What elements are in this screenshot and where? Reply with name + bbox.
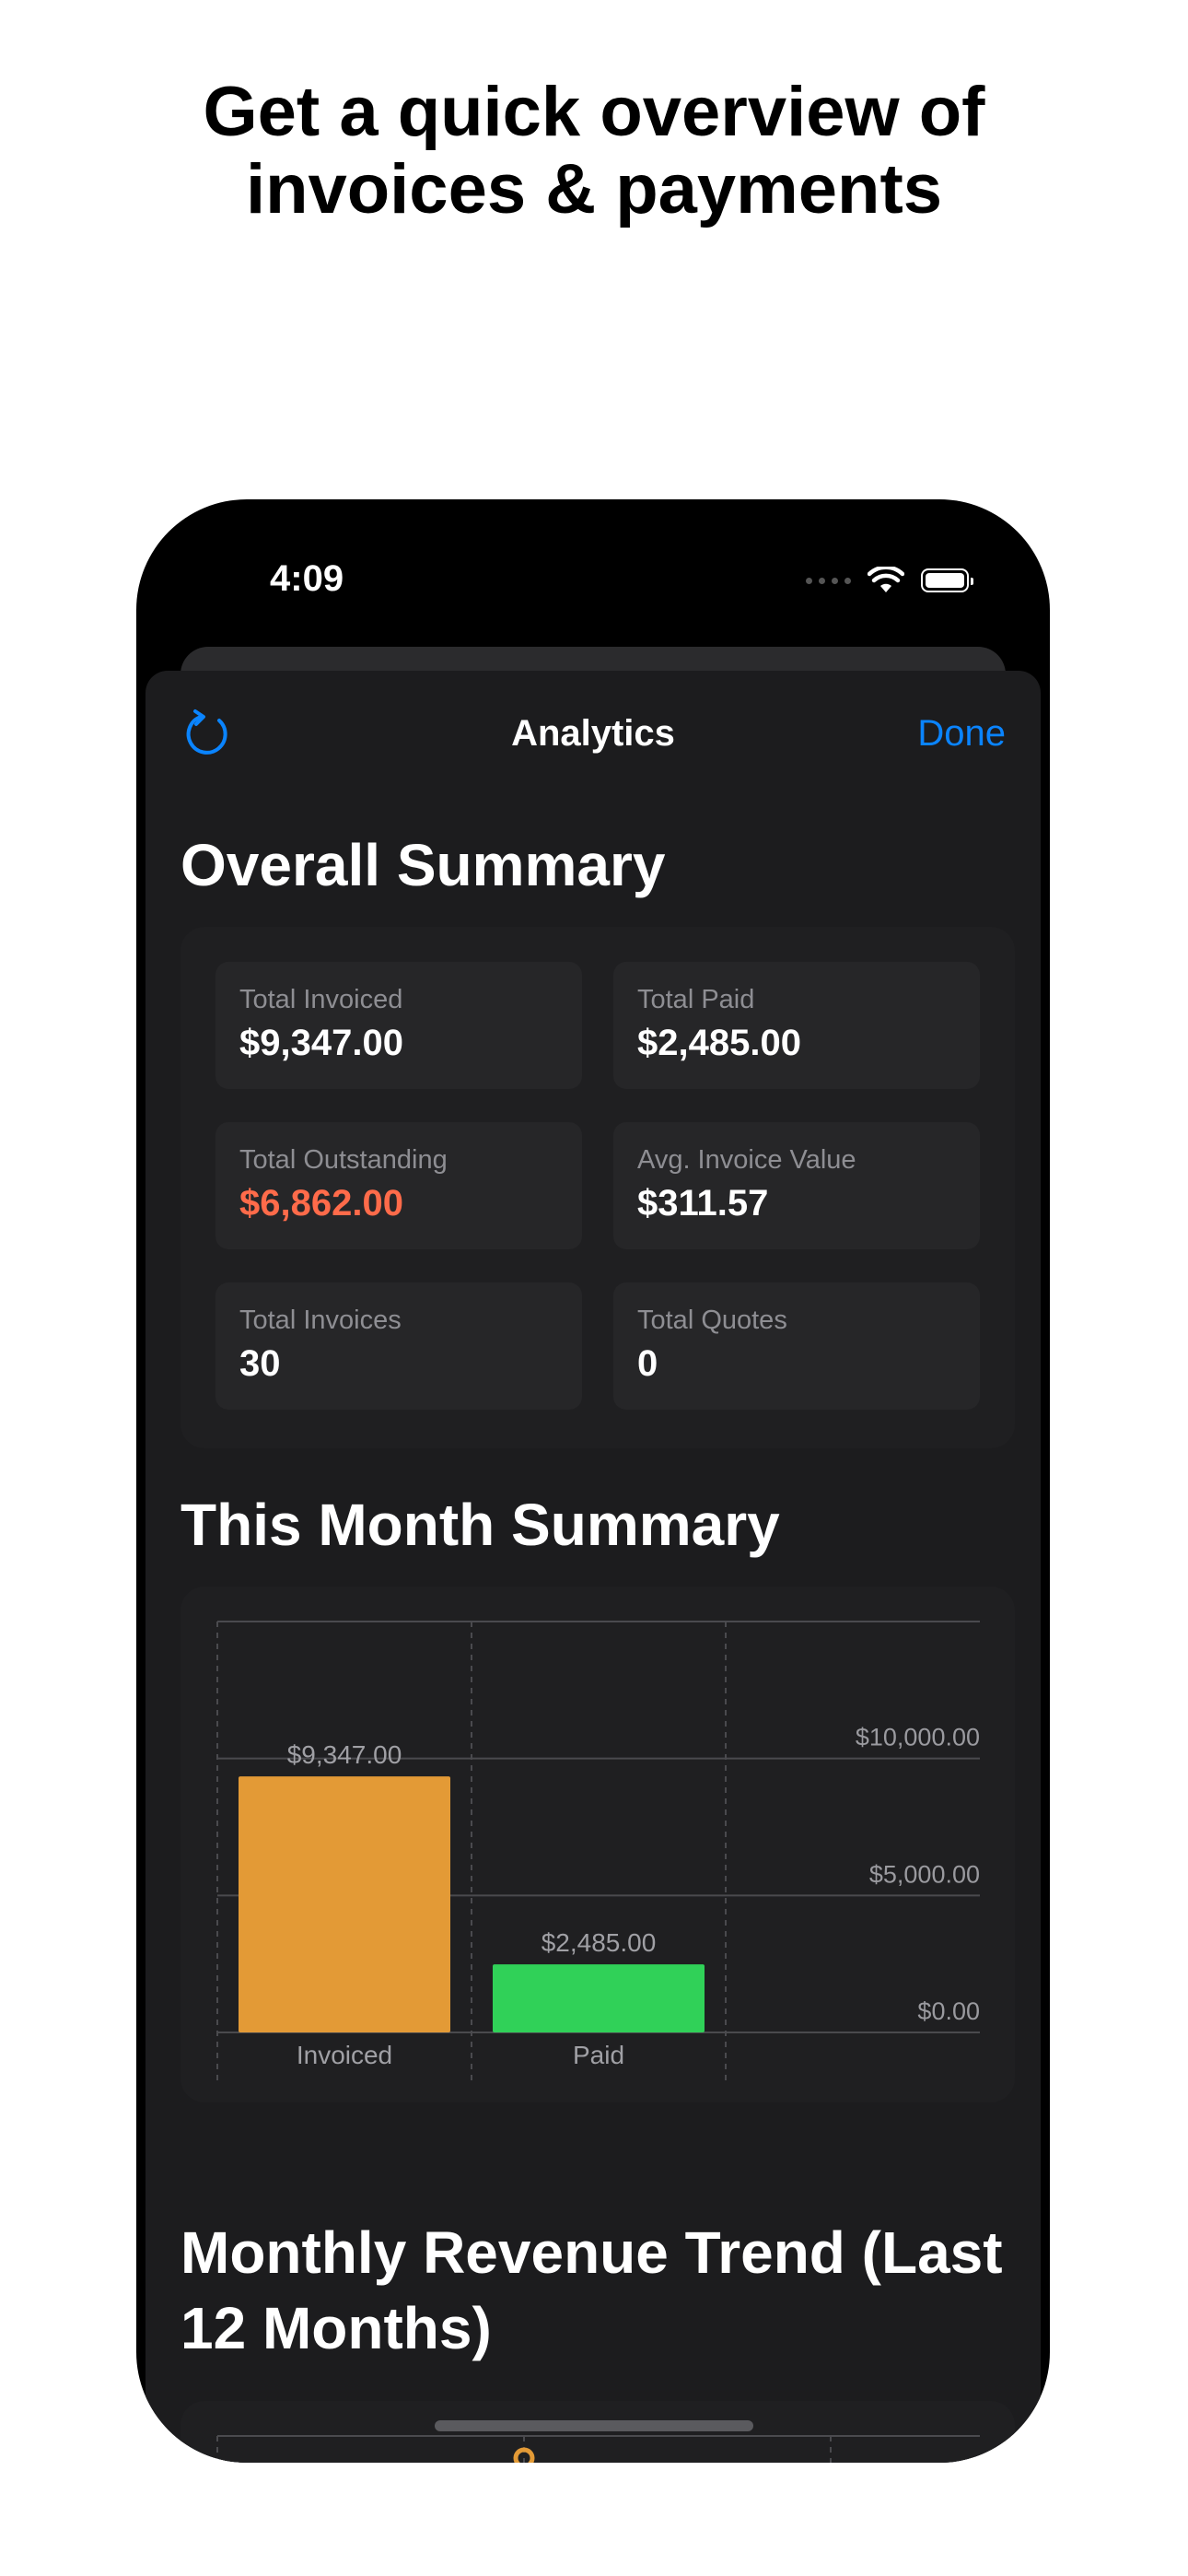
stat-label: Total Outstanding (239, 1145, 448, 1175)
bar-value-label: $9,347.00 (287, 1740, 402, 1769)
status-time: 4:09 (270, 558, 344, 599)
stat-value: $9,347.00 (239, 1023, 403, 1063)
status-icons (806, 566, 973, 595)
stat-total-paid: Total Paid $2,485.00 (613, 962, 980, 1089)
stat-total-quotes: Total Quotes 0 (613, 1282, 980, 1410)
home-indicator[interactable] (435, 2420, 753, 2431)
y-tick-label: $0.00 (917, 1997, 980, 2025)
stat-value: 0 (637, 1343, 658, 1384)
stat-label: Total Paid (637, 985, 755, 1014)
stat-label: Total Invoiced (239, 985, 403, 1014)
stat-total-invoiced: Total Invoiced $9,347.00 (215, 962, 582, 1089)
stat-value: $6,862.00 (239, 1183, 403, 1224)
headline-line-1: Get a quick overview of (203, 73, 985, 151)
battery-icon (921, 568, 973, 592)
bar-invoiced (239, 1776, 450, 2032)
nav-title: Analytics (511, 713, 675, 754)
overall-summary-panel: Total Invoiced $9,347.00 Total Paid $2,4… (181, 927, 1015, 1448)
phone-frame: 4:09 Analytics Done Overall Summary Tota… (136, 499, 1050, 2463)
stat-avg-invoice-value: Avg. Invoice Value $311.57 (613, 1122, 980, 1249)
overall-summary-title: Overall Summary (181, 832, 666, 898)
bar-value-label: $2,485.00 (542, 1928, 657, 1957)
y-tick-label: $10,000.00 (856, 1724, 980, 1751)
stat-total-outstanding: Total Outstanding $6,862.00 (215, 1122, 582, 1249)
x-category-label: Paid (573, 2041, 624, 2069)
analytics-sheet: Analytics Done Overall Summary Total Inv… (146, 671, 1041, 2463)
stat-value: $2,485.00 (637, 1023, 801, 1063)
this-month-panel: $0.00 $5,000.00 $10,000.00 $9,347.00 Invoice… (181, 1587, 1015, 2102)
this-month-title: This Month Summary (181, 1492, 780, 1558)
x-category-label: Invoiced (297, 2041, 392, 2069)
headline-line-2: invoices & payments (245, 150, 943, 228)
stat-label: Avg. Invoice Value (637, 1145, 856, 1175)
bar-paid (493, 1964, 705, 2032)
this-month-bar-chart: $0.00 $5,000.00 $10,000.00 $9,347.00 Invoice… (216, 1621, 980, 2084)
revenue-trend-title-line-2: 12 Months) (181, 2295, 492, 2361)
stat-value: 30 (239, 1343, 281, 1384)
done-button[interactable]: Done (917, 713, 1006, 755)
stat-label: Total Quotes (637, 1306, 787, 1335)
revenue-trend-panel (181, 2401, 1015, 2463)
stats-grid: Total Invoiced $9,347.00 Total Paid $2,4… (215, 962, 980, 1410)
signal-dots-icon (806, 577, 851, 584)
stat-value: $311.57 (637, 1183, 769, 1224)
promo-headline: Get a quick overview of invoices & payme… (0, 74, 1188, 228)
revenue-trend-title-line-1: Monthly Revenue Trend (Last (181, 2219, 1003, 2286)
wifi-icon (868, 567, 904, 592)
navbar: Analytics Done (146, 671, 1041, 800)
stat-label: Total Invoices (239, 1306, 402, 1335)
y-tick-label: $5,000.00 (869, 1860, 980, 1888)
stat-total-invoices: Total Invoices 30 (215, 1282, 582, 1410)
revenue-trend-chart (216, 2435, 980, 2463)
